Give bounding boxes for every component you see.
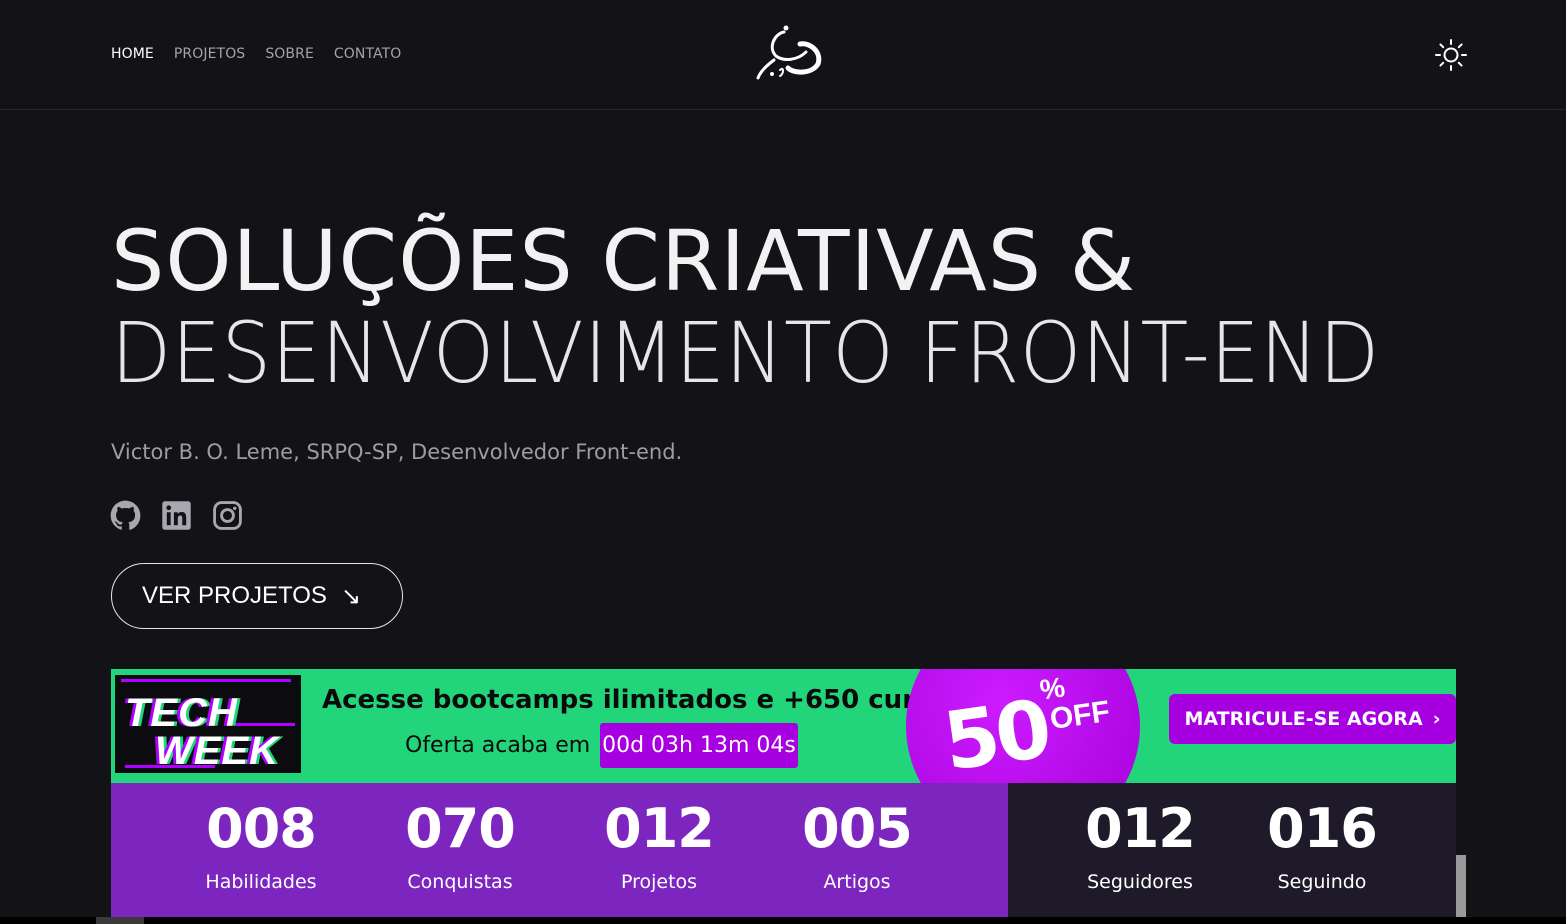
stat-artigos: 005 Artigos	[797, 797, 917, 893]
signature-logo[interactable]	[754, 22, 824, 82]
ver-projetos-button[interactable]: VER PROJETOS ↘	[111, 563, 403, 629]
main-nav: HOME PROJETOS SOBRE CONTATO	[111, 46, 401, 62]
stat-label: Conquistas	[407, 871, 513, 893]
stat-label: Seguidores	[1087, 871, 1193, 893]
hero-title-line1: SOLUÇÕES CRIATIVAS &	[111, 212, 1137, 310]
github-icon[interactable]	[110, 499, 141, 531]
bottom-tab	[96, 917, 144, 924]
enroll-label: MATRICULE-SE AGORA	[1184, 708, 1423, 730]
stat-habilidades: 008 Habilidades	[201, 797, 321, 893]
glitch-bar	[235, 723, 295, 726]
site-header: HOME PROJETOS SOBRE CONTATO	[0, 0, 1566, 110]
github-stats-panel: 008 Habilidades 070 Conquistas 012 Proje…	[111, 783, 1008, 917]
stat-seguidores: 012 Seguidores	[1080, 797, 1200, 893]
bottom-strip	[0, 917, 1566, 924]
stat-value: 016	[1267, 797, 1378, 860]
stat-value: 070	[405, 797, 516, 860]
matricule-se-button[interactable]: MATRICULE-SE AGORA ›	[1169, 694, 1456, 744]
stat-value: 008	[206, 797, 317, 860]
cta-label: VER PROJETOS	[142, 582, 327, 609]
stat-label: Artigos	[823, 871, 891, 893]
scrollbar-thumb[interactable]	[1456, 855, 1466, 917]
instagram-icon[interactable]	[212, 499, 243, 531]
sun-icon[interactable]	[1434, 38, 1468, 72]
arrow-down-right-icon: ↘	[340, 582, 362, 610]
stat-label: Seguindo	[1277, 871, 1367, 893]
nav-contato[interactable]: CONTATO	[334, 46, 402, 62]
social-links	[110, 499, 243, 531]
stat-value: 012	[1085, 797, 1196, 860]
stat-value: 005	[802, 797, 913, 860]
nav-home[interactable]: HOME	[111, 46, 154, 62]
hero-title-line2: DESENVOLVIMENTO FRONT-END	[111, 304, 1380, 402]
linkedin-icon[interactable]	[161, 499, 192, 531]
nav-sobre[interactable]: SOBRE	[265, 46, 314, 62]
stat-projetos: 012 Projetos	[599, 797, 719, 893]
stat-value: 012	[604, 797, 715, 860]
tech-week-line2: WEEK	[155, 729, 279, 773]
social-stats-panel: 012 Seguidores 016 Seguindo	[1008, 783, 1456, 917]
stat-label: Projetos	[620, 871, 698, 893]
stat-seguindo: 016 Seguindo	[1262, 797, 1382, 893]
chevron-right-icon: ›	[1432, 708, 1441, 730]
tech-week-logo: TECH WEEK	[115, 675, 301, 773]
offer-label: Oferta acaba em	[405, 733, 591, 758]
countdown-timer: 00d 03h 13m 04s	[600, 723, 798, 768]
hero-title: SOLUÇÕES CRIATIVAS & DESENVOLVIMENTO FRO…	[111, 215, 1475, 399]
stat-conquistas: 070 Conquistas	[400, 797, 520, 893]
discount-value: 50	[938, 682, 1054, 783]
glitch-bar	[121, 679, 291, 682]
hero-subtitle: Victor B. O. Leme, SRPQ-SP, Desenvolvedo…	[111, 440, 683, 464]
nav-projetos[interactable]: PROJETOS	[174, 46, 245, 62]
banner-headline: Acesse bootcamps ilimitados e +650 curso…	[322, 685, 964, 715]
stat-label: Habilidades	[205, 871, 317, 893]
